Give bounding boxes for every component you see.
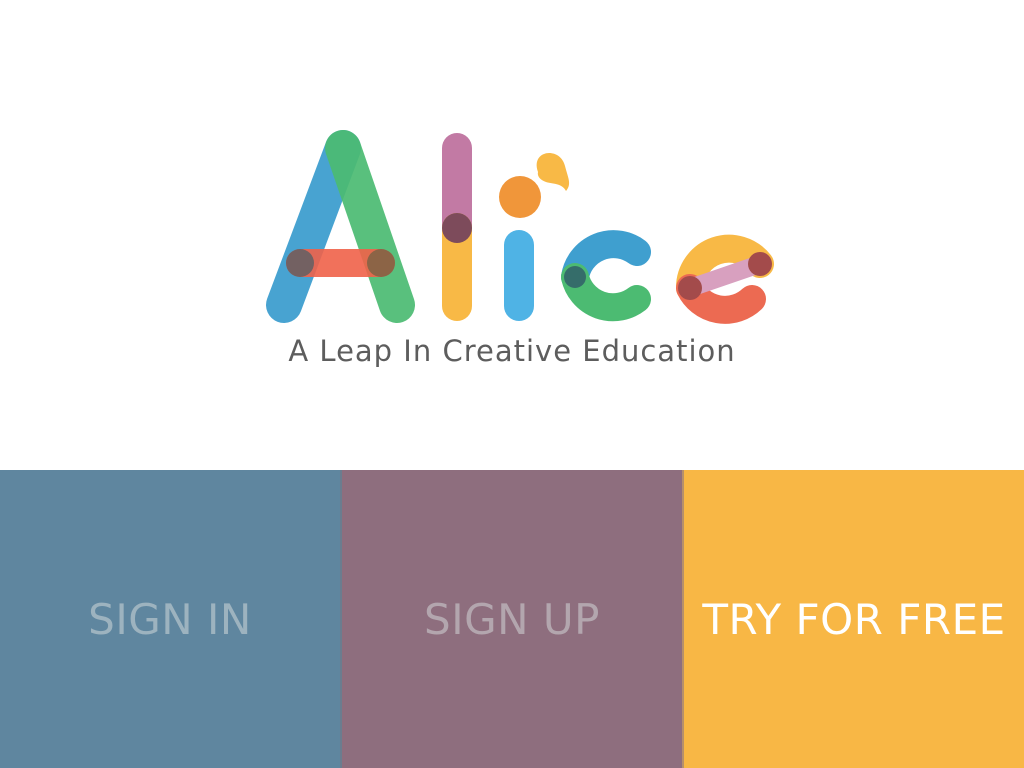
sign-up-button[interactable]: SIGN UP (342, 470, 684, 768)
logo-i-dot (499, 176, 541, 218)
logo-e-right-joint (748, 252, 772, 276)
logo-a-left-joint (286, 249, 314, 277)
action-tiles: SIGN IN SIGN UP TRY FOR FREE (0, 470, 1024, 768)
logo-area: A Leap In Creative Education (0, 0, 1024, 470)
alice-logo (266, 130, 774, 324)
logo-a-right-stroke (325, 130, 415, 323)
logo-c-joint (564, 266, 586, 288)
tagline: A Leap In Creative Education (288, 334, 736, 368)
logo-a-right-joint (367, 249, 395, 277)
sign-in-button[interactable]: SIGN IN (0, 470, 342, 768)
logo-e-left-joint (678, 276, 702, 300)
logo-i-hair (536, 153, 570, 191)
welcome-screen: A Leap In Creative Education SIGN IN SIG… (0, 0, 1024, 768)
logo-l-joint (442, 213, 472, 243)
try-for-free-button[interactable]: TRY FOR FREE (684, 470, 1024, 768)
